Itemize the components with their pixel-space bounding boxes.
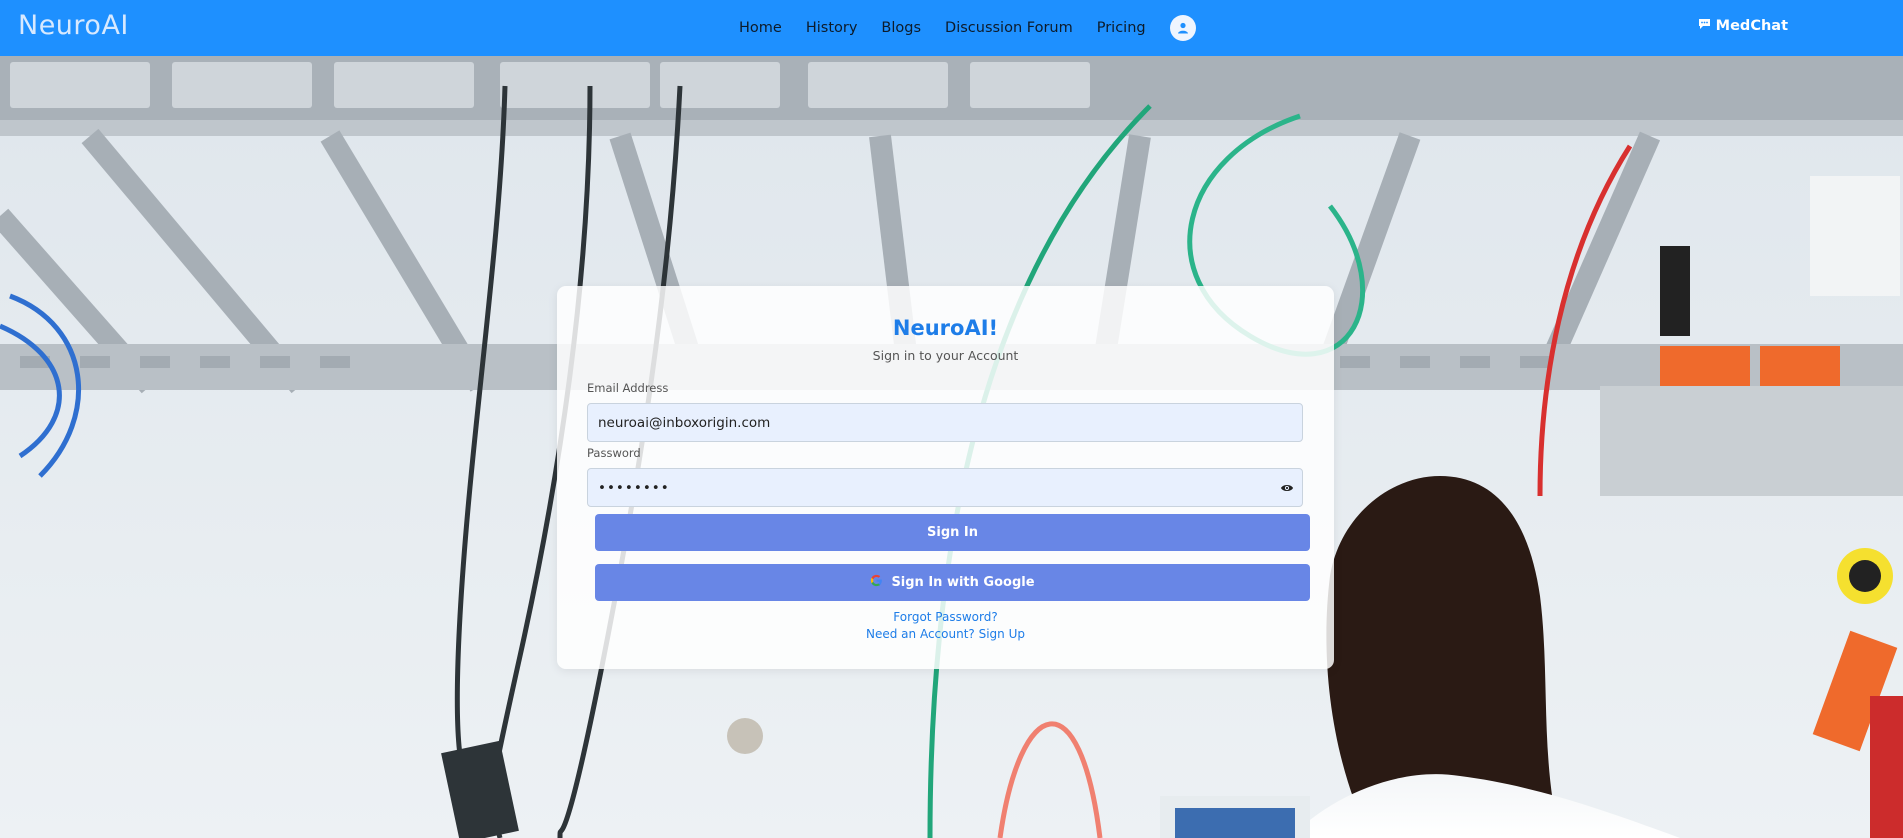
medchat-link[interactable]: MedChat [1698, 18, 1788, 34]
nav-link-history[interactable]: History [806, 20, 858, 36]
main-nav: Home History Blogs Discussion Forum Pric… [739, 0, 1196, 56]
forgot-password-link[interactable]: Forgot Password? [557, 610, 1334, 624]
login-title: NeuroAI! [892, 316, 999, 340]
nav-link-pricing[interactable]: Pricing [1097, 20, 1146, 36]
nav-link-discussion-forum[interactable]: Discussion Forum [945, 20, 1073, 36]
brand-logo[interactable]: NeuroAI [18, 10, 129, 41]
chat-bubble-icon [1698, 18, 1711, 34]
google-g-icon [870, 574, 883, 591]
user-circle-icon[interactable] [1169, 15, 1196, 41]
password-value: •••••••• [598, 479, 670, 496]
nav-link-blogs[interactable]: Blogs [881, 20, 921, 36]
top-navbar: NeuroAI Home History Blogs Discussion Fo… [0, 0, 1903, 56]
login-card: NeuroAI! Sign in to your Account Email A… [557, 286, 1334, 669]
medchat-label: MedChat [1715, 18, 1788, 34]
password-field[interactable]: •••••••• [587, 468, 1303, 507]
sign-up-link[interactable]: Need an Account? Sign Up [557, 627, 1334, 641]
eye-icon[interactable] [1280, 481, 1294, 497]
nav-link-home[interactable]: Home [739, 20, 782, 36]
password-label: Password [587, 446, 641, 460]
google-sign-in-button[interactable]: Sign In with Google [595, 564, 1310, 601]
sign-in-button[interactable]: Sign In [595, 514, 1310, 551]
email-field[interactable]: neuroai@inboxorigin.com [587, 403, 1303, 442]
email-label: Email Address [587, 381, 669, 395]
google-sign-in-label: Sign In with Google [891, 575, 1035, 590]
login-subtitle: Sign in to your Account [872, 348, 1019, 363]
email-value: neuroai@inboxorigin.com [598, 414, 771, 431]
